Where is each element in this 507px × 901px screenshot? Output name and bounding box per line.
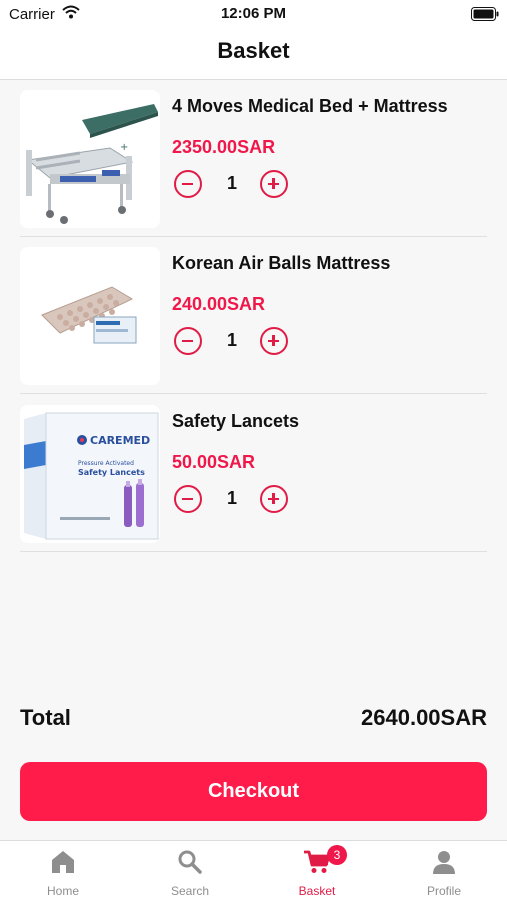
- cart-count-badge: 3: [327, 845, 347, 865]
- tab-label-basket: Basket: [298, 884, 336, 898]
- quantity-value: 1: [226, 173, 237, 193]
- decrease-quantity-button[interactable]: [174, 485, 202, 513]
- tab-bar: Home Search 3 Basket Profile: [0, 840, 507, 901]
- quantity-value: 1: [226, 488, 237, 508]
- tab-basket[interactable]: 3 Basket: [254, 841, 380, 901]
- total-value: 2640.00SAR: [361, 705, 487, 730]
- quantity-value: 1: [226, 330, 237, 350]
- increase-quantity-button[interactable]: [260, 485, 288, 513]
- profile-icon: [431, 849, 457, 880]
- increase-quantity-button[interactable]: [260, 327, 288, 355]
- tab-search[interactable]: Search: [127, 841, 253, 901]
- divider: [20, 551, 487, 552]
- tab-label-profile: Profile: [426, 884, 461, 898]
- decrease-quantity-button[interactable]: [174, 170, 202, 198]
- tab-label-home: Home: [46, 884, 79, 898]
- product-price: 240.00SAR: [172, 294, 266, 314]
- tab-profile[interactable]: Profile: [381, 841, 507, 901]
- product-image-air-mattress[interactable]: [20, 247, 160, 385]
- page-title: Basket: [217, 38, 290, 63]
- product-name: Safety Lancets: [172, 411, 300, 431]
- basket-item: + 4 Moves Medical Bed + Mattress 2350.00…: [20, 82, 487, 237]
- tab-home[interactable]: Home: [0, 841, 126, 901]
- decrease-quantity-button[interactable]: [174, 327, 202, 355]
- product-image-lancets-box[interactable]: CAREMED Pressure Activated Safety Lancet…: [20, 405, 160, 543]
- divider: [20, 236, 487, 237]
- product-image-medical-bed[interactable]: +: [20, 90, 160, 228]
- basket-item: Korean Air Balls Mattress 240.00SAR 1: [20, 239, 487, 394]
- product-price: 50.00SAR: [172, 452, 256, 472]
- battery-icon: [471, 7, 499, 25]
- status-bar: Carrier 12:06 PM: [0, 0, 507, 30]
- product-price: 2350.00SAR: [172, 137, 276, 157]
- product-name: 4 Moves Medical Bed + Mattress: [172, 96, 448, 116]
- clock: 12:06 PM: [220, 5, 287, 22]
- svg-text:+: +: [120, 142, 128, 153]
- product-name: Korean Air Balls Mattress: [172, 253, 391, 273]
- navigation-bar: Basket: [0, 30, 507, 80]
- search-icon: [177, 849, 203, 880]
- basket-item: CAREMED Pressure Activated Safety Lancet…: [20, 397, 487, 552]
- home-icon: [50, 849, 76, 880]
- lancets-line2-text: Safety Lancets: [78, 468, 145, 477]
- total-label: Total: [20, 705, 71, 730]
- lancets-brand-text: CAREMED: [90, 434, 150, 447]
- checkout-button[interactable]: Checkout: [20, 762, 487, 821]
- divider: [20, 393, 487, 394]
- lancets-line1-text: Pressure Activated: [78, 460, 134, 467]
- increase-quantity-button[interactable]: [260, 170, 288, 198]
- tab-label-search: Search: [170, 884, 210, 898]
